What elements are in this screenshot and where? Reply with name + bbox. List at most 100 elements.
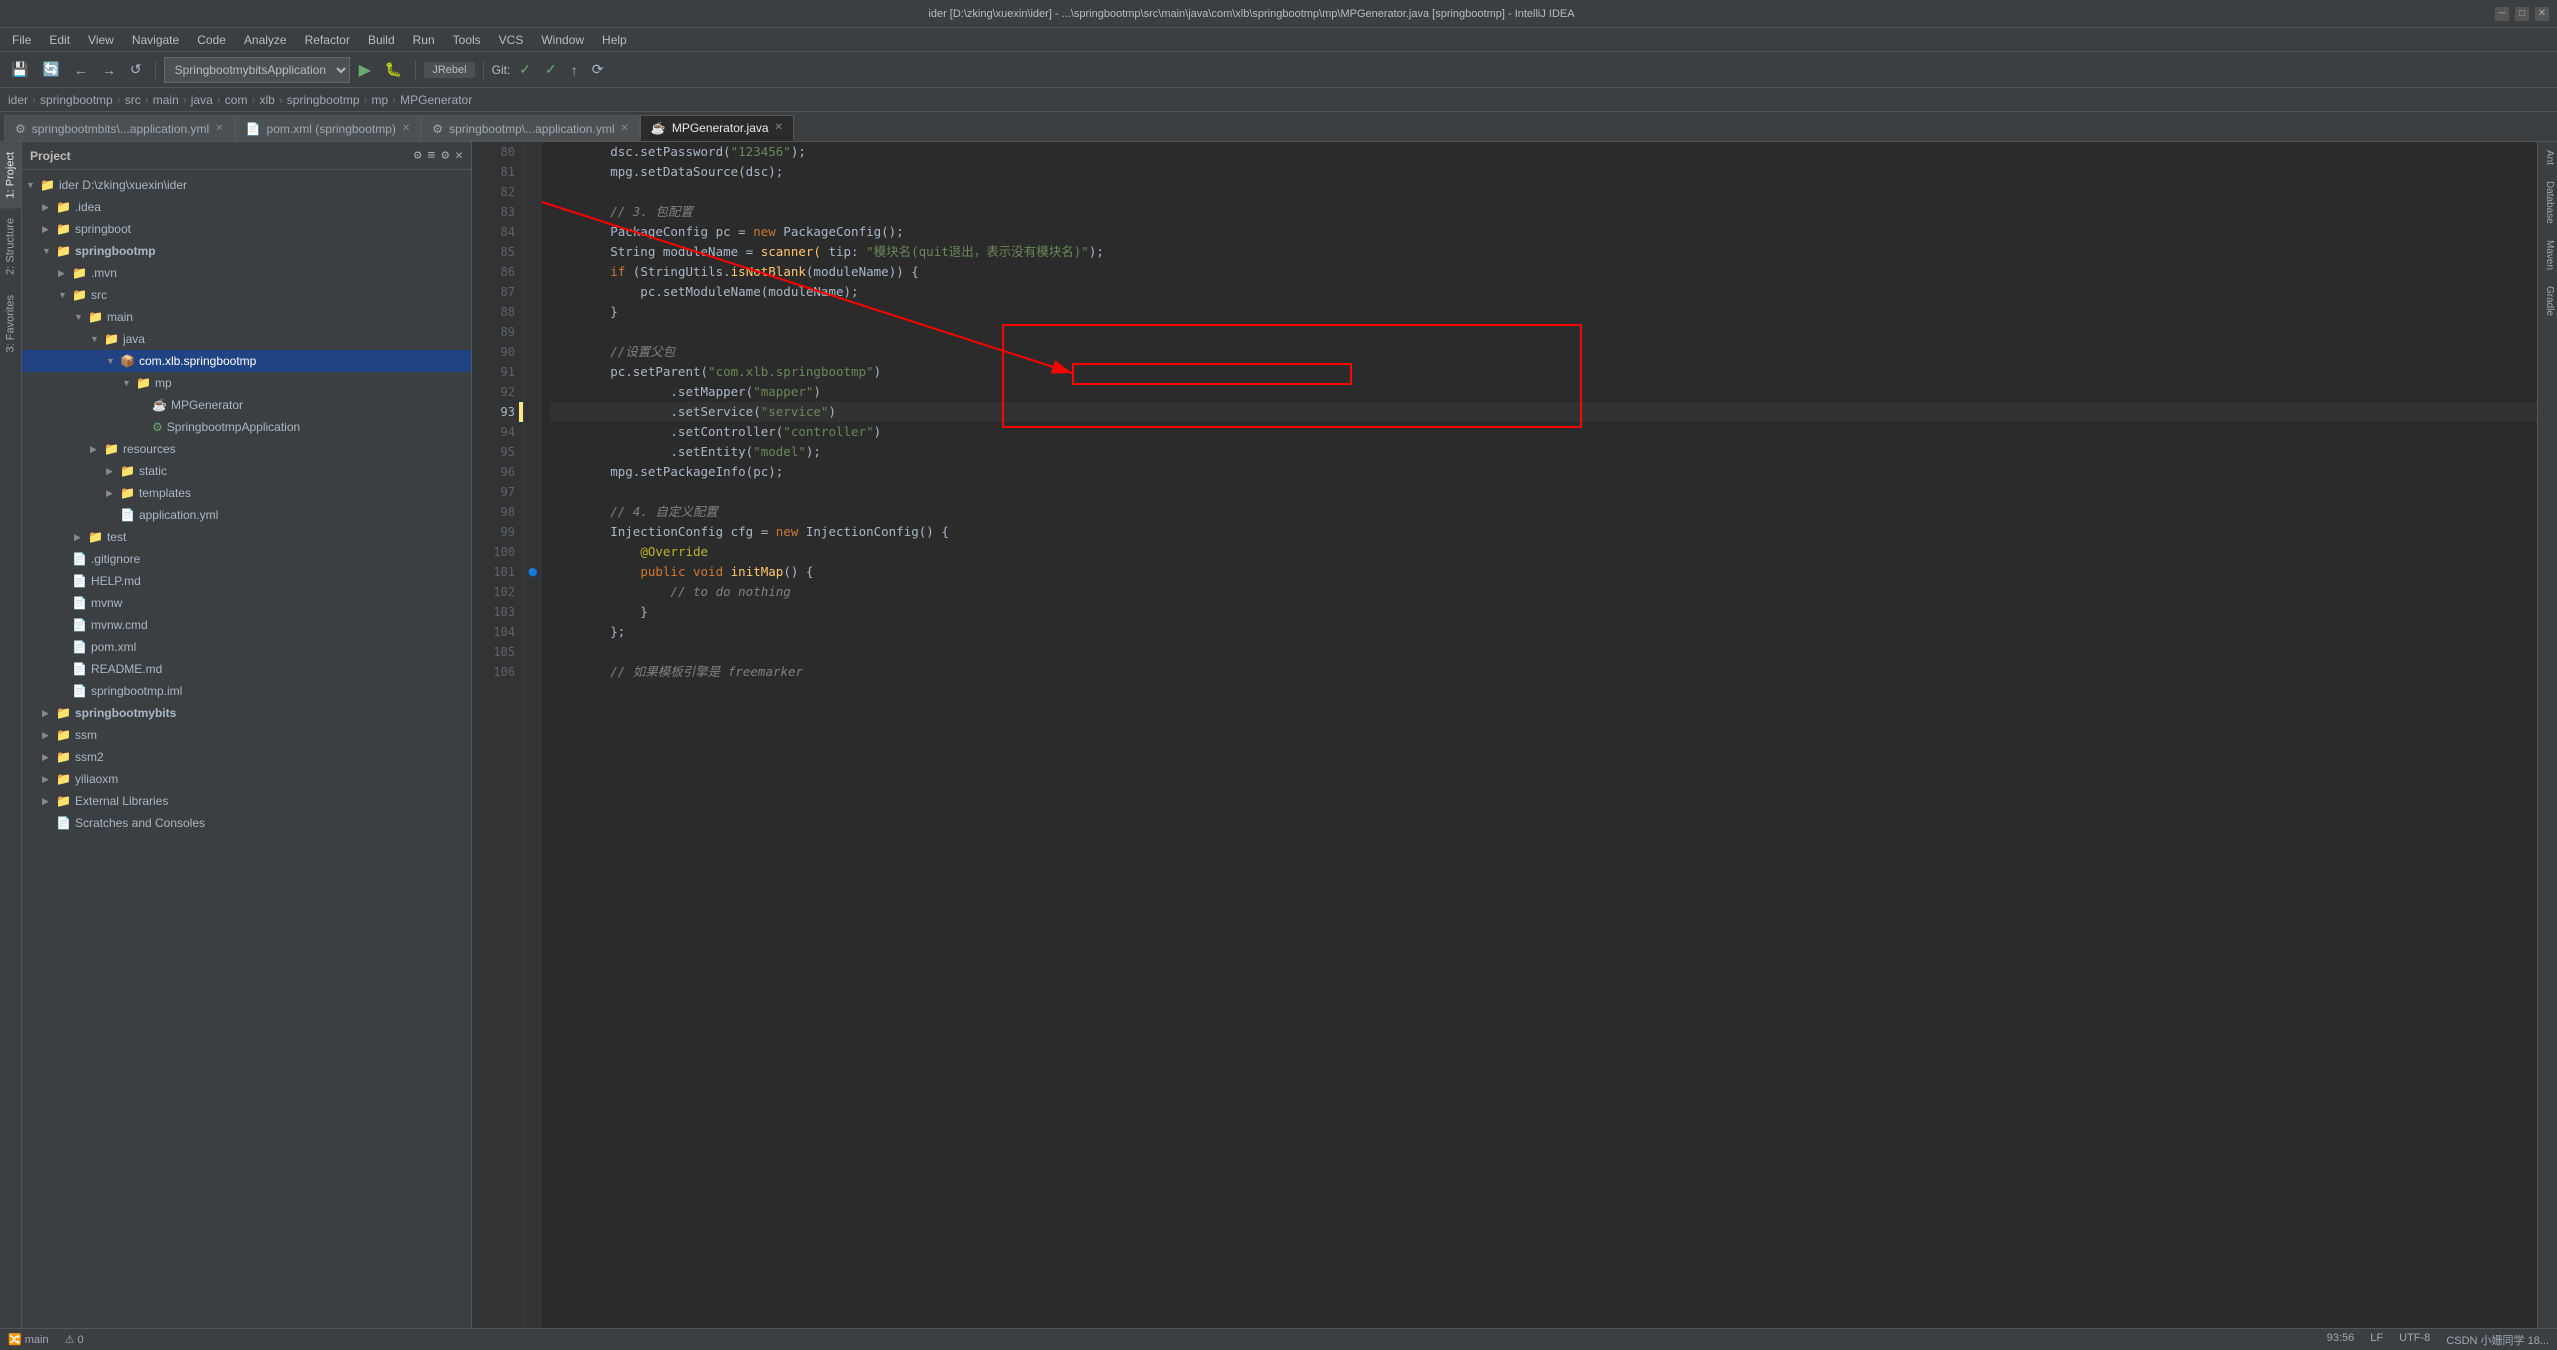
git-history-button[interactable]: ⟳ bbox=[587, 58, 609, 81]
breadcrumb-item-mp[interactable]: mp bbox=[372, 93, 389, 107]
breadcrumb-item-springbootmp[interactable]: springbootmp bbox=[40, 93, 113, 107]
menu-item-view[interactable]: View bbox=[80, 31, 122, 49]
tab-close-tab2[interactable]: ✕ bbox=[402, 123, 410, 134]
menu-item-edit[interactable]: Edit bbox=[41, 31, 78, 49]
project-settings-icon[interactable]: ⚙ bbox=[414, 148, 422, 163]
tree-item[interactable]: ▶📁.mvn bbox=[22, 262, 471, 284]
gradle-tab[interactable]: Gradle bbox=[2538, 278, 2557, 324]
menu-item-vcs[interactable]: VCS bbox=[491, 31, 532, 49]
back-button[interactable]: ← bbox=[69, 59, 93, 81]
code-lines[interactable]: dsc.setPassword("123456"); mpg.setDataSo… bbox=[542, 142, 2537, 1328]
tree-item[interactable]: 📄.gitignore bbox=[22, 548, 471, 570]
tree-item[interactable]: 📄pom.xml bbox=[22, 636, 471, 658]
tree-item[interactable]: ▼📁springbootmp bbox=[22, 240, 471, 262]
menu-item-file[interactable]: File bbox=[4, 31, 39, 49]
menu-item-navigate[interactable]: Navigate bbox=[124, 31, 187, 49]
tree-item[interactable]: ▼📁main bbox=[22, 306, 471, 328]
git-push-button[interactable]: ↑ bbox=[566, 59, 583, 81]
menu-item-tools[interactable]: Tools bbox=[445, 31, 489, 49]
tree-item[interactable]: 📄mvnw.cmd bbox=[22, 614, 471, 636]
tree-item[interactable]: ▶📁static bbox=[22, 460, 471, 482]
tree-item[interactable]: 📄mvnw bbox=[22, 592, 471, 614]
tab-tab1[interactable]: ⚙springbootmbits\...application.yml✕ bbox=[4, 115, 235, 141]
breadcrumb-item-java[interactable]: java bbox=[191, 93, 213, 107]
maven-tab[interactable]: Maven bbox=[2538, 232, 2557, 278]
tree-item[interactable]: ☕MPGenerator bbox=[22, 394, 471, 416]
tree-folder-icon: 📁 bbox=[56, 772, 71, 786]
tree-item[interactable]: ▶📁External Libraries bbox=[22, 790, 471, 812]
menu-item-window[interactable]: Window bbox=[533, 31, 592, 49]
tab-tab3[interactable]: ⚙springbootmp\...application.yml✕ bbox=[421, 115, 640, 141]
code-token bbox=[550, 542, 640, 562]
save-button[interactable]: 💾 bbox=[6, 58, 33, 81]
tree-item[interactable]: 📄application.yml bbox=[22, 504, 471, 526]
forward-button[interactable]: → bbox=[97, 59, 121, 81]
tree-item[interactable]: ▶📁springboot bbox=[22, 218, 471, 240]
line-number: 81 bbox=[472, 162, 523, 182]
menu-item-code[interactable]: Code bbox=[189, 31, 234, 49]
tree-item[interactable]: ▼📁ider D:\zking\xuexin\ider bbox=[22, 174, 471, 196]
menu-item-run[interactable]: Run bbox=[405, 31, 443, 49]
breadcrumb-item-com[interactable]: com bbox=[225, 93, 248, 107]
tree-item[interactable]: 📄springbootmp.iml bbox=[22, 680, 471, 702]
tree-item[interactable]: ▶📁yiliaoxm bbox=[22, 768, 471, 790]
undo-button[interactable]: ↺ bbox=[125, 58, 147, 81]
menu-item-refactor[interactable]: Refactor bbox=[297, 31, 358, 49]
maximize-button[interactable]: □ bbox=[2515, 7, 2529, 21]
favorites-tab[interactable]: 3: Favorites bbox=[0, 285, 21, 362]
tree-item[interactable]: ▶📁.idea bbox=[22, 196, 471, 218]
menu-item-analyze[interactable]: Analyze bbox=[236, 31, 295, 49]
close-button[interactable]: ✕ bbox=[2535, 7, 2549, 21]
code-token: mpg.setPackageInfo(pc); bbox=[550, 462, 783, 482]
gutter-icon: 🔵 bbox=[524, 562, 542, 582]
tab-close-tab3[interactable]: ✕ bbox=[620, 123, 628, 134]
breadcrumb-item-xlb[interactable]: xlb bbox=[259, 93, 274, 107]
tree-item[interactable]: ▶📁test bbox=[22, 526, 471, 548]
minimize-button[interactable]: ─ bbox=[2495, 7, 2509, 21]
tree-item[interactable]: ▼📦com.xlb.springbootmp bbox=[22, 350, 471, 372]
tab-close-tab1[interactable]: ✕ bbox=[215, 123, 223, 134]
project-collapse-icon[interactable]: ≡ bbox=[428, 148, 436, 163]
run-config-dropdown[interactable]: SpringbootmybitsApplication bbox=[164, 57, 350, 83]
tab-tab4[interactable]: ☕MPGenerator.java✕ bbox=[640, 115, 794, 141]
menu-item-build[interactable]: Build bbox=[360, 31, 403, 49]
breadcrumb-item-ider[interactable]: ider bbox=[8, 93, 28, 107]
project-close-icon[interactable]: ✕ bbox=[455, 148, 463, 163]
jrebel-button[interactable]: JRebel bbox=[424, 62, 474, 78]
debug-button[interactable]: 🐛 bbox=[380, 58, 407, 81]
line-number: 98 bbox=[472, 502, 523, 522]
tree-item[interactable]: ▼📁src bbox=[22, 284, 471, 306]
tab-tab2[interactable]: 📄pom.xml (springbootmp)✕ bbox=[235, 115, 422, 141]
breadcrumb-item-mpgenerator[interactable]: MPGenerator bbox=[400, 93, 472, 107]
git-update-button[interactable]: ✓ bbox=[540, 58, 562, 81]
project-gear-icon[interactable]: ⚙ bbox=[441, 148, 449, 163]
structure-tab[interactable]: 2: Structure bbox=[0, 208, 21, 285]
tree-item[interactable]: 📄HELP.md bbox=[22, 570, 471, 592]
gutter-icon bbox=[524, 222, 542, 242]
tree-item[interactable]: ▶📁ssm bbox=[22, 724, 471, 746]
breadcrumb-sep: › bbox=[145, 93, 149, 107]
tree-item[interactable]: ▼📁mp bbox=[22, 372, 471, 394]
breadcrumb-item-src[interactable]: src bbox=[125, 93, 141, 107]
code-token: isNotBlank bbox=[731, 262, 806, 282]
menu-item-help[interactable]: Help bbox=[594, 31, 635, 49]
right-sidebar: Ant Database Maven Gradle bbox=[2537, 142, 2557, 1328]
tree-item[interactable]: ▼📁java bbox=[22, 328, 471, 350]
ant-tab[interactable]: Ant bbox=[2538, 142, 2557, 173]
sync-button[interactable]: 🔄 bbox=[37, 58, 64, 81]
tree-item[interactable]: ▶📁templates bbox=[22, 482, 471, 504]
tree-item[interactable]: 📄Scratches and Consoles bbox=[22, 812, 471, 834]
git-check-button[interactable]: ✓ bbox=[514, 58, 536, 81]
run-button[interactable]: ▶ bbox=[354, 57, 376, 83]
tree-item[interactable]: ▶📁resources bbox=[22, 438, 471, 460]
tree-item[interactable]: ⚙SpringbootmpApplication bbox=[22, 416, 471, 438]
database-tab[interactable]: Database bbox=[2538, 173, 2557, 232]
project-tab[interactable]: 1: Project bbox=[0, 142, 21, 208]
breadcrumb-item-main[interactable]: main bbox=[153, 93, 179, 107]
tree-item[interactable]: ▶📁ssm2 bbox=[22, 746, 471, 768]
tab-close-tab4[interactable]: ✕ bbox=[775, 122, 783, 133]
breadcrumb-item-springbootmp[interactable]: springbootmp bbox=[287, 93, 360, 107]
code-token: } bbox=[550, 602, 648, 622]
tree-item[interactable]: 📄README.md bbox=[22, 658, 471, 680]
tree-item[interactable]: ▶📁springbootmybits bbox=[22, 702, 471, 724]
